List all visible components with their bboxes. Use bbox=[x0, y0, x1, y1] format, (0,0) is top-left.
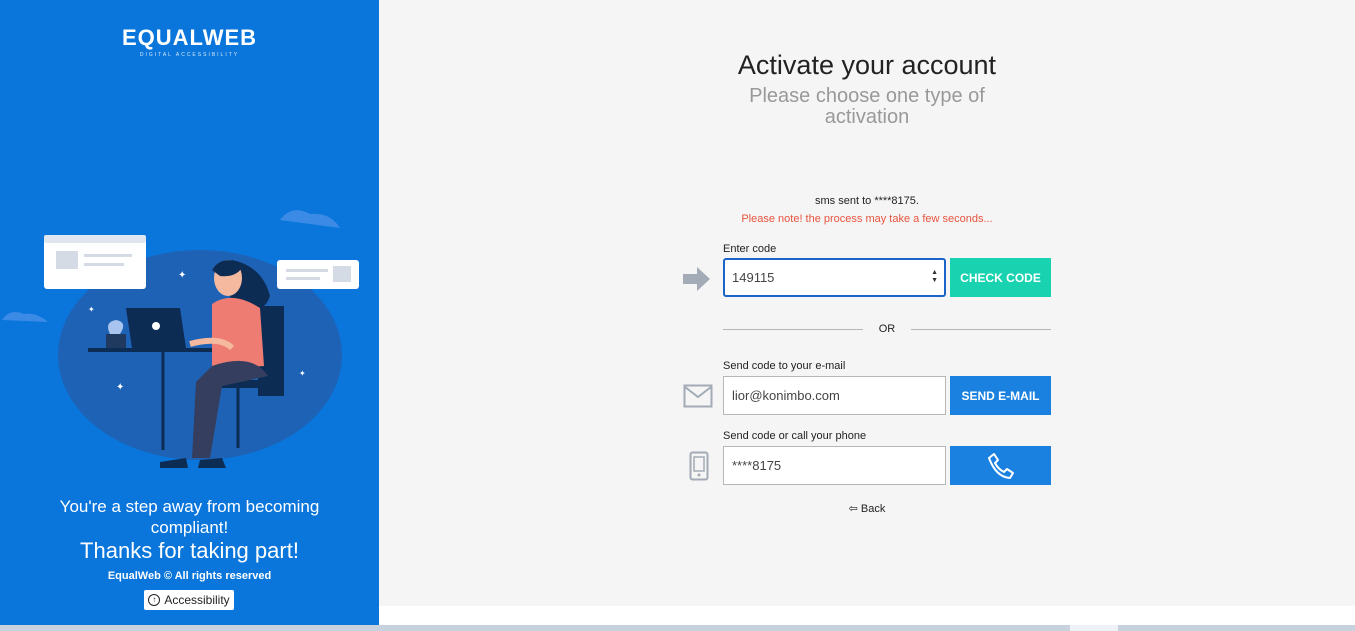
arrow-right-icon bbox=[683, 267, 710, 291]
number-spinner-icon[interactable]: ▲ ▼ bbox=[931, 269, 938, 285]
phone-label: Send code or call your phone bbox=[723, 430, 867, 442]
svg-text:✦: ✦ bbox=[116, 382, 124, 393]
call-phone-button[interactable] bbox=[950, 446, 1051, 485]
send-email-button[interactable]: SEND E-MAIL bbox=[950, 376, 1051, 415]
scrollbar-thumb[interactable] bbox=[1070, 625, 1118, 631]
phone-call-icon bbox=[987, 452, 1014, 479]
back-label: Back bbox=[860, 503, 886, 515]
woman-at-laptop-illustration: ✦ ✦ ✦ ✦ bbox=[2, 210, 359, 468]
svg-text:✦: ✦ bbox=[178, 270, 186, 281]
tagline: You're a step away from becoming complia… bbox=[59, 497, 320, 537]
check-code-button[interactable]: CHECK CODE bbox=[950, 258, 1051, 297]
code-value: 149115 bbox=[732, 270, 775, 285]
activation-panel: Activate your account Please choose one … bbox=[379, 0, 1355, 606]
mobile-phone-icon bbox=[689, 451, 709, 481]
email-field[interactable]: lior@konimbo.com bbox=[723, 376, 946, 415]
email-label: Send code to your e-mail bbox=[723, 360, 846, 372]
equalweb-logo: EQUALWEB DIGITAL ACCESSIBILITY bbox=[0, 25, 379, 59]
accessibility-icon: ↑ bbox=[148, 594, 161, 606]
logo-subtext: DIGITAL ACCESSIBILITY bbox=[139, 52, 240, 58]
horizontal-scrollbar[interactable] bbox=[0, 625, 1355, 631]
processing-note: Please note! the process may take a few … bbox=[741, 213, 993, 225]
email-value: lior@konimbo.com bbox=[732, 388, 840, 403]
page-title: Activate your account bbox=[737, 50, 997, 80]
copyright: EqualWeb © All rights reserved bbox=[107, 570, 272, 582]
code-label: Enter code bbox=[723, 243, 777, 255]
page-bottom-strip bbox=[379, 606, 1355, 625]
accessibility-button[interactable]: ↑ Accessibility bbox=[144, 590, 234, 610]
envelope-icon bbox=[683, 384, 713, 408]
back-icon: ⇦ bbox=[848, 503, 858, 515]
logo-text: EQUALWEB bbox=[121, 25, 258, 50]
accessibility-label: Accessibility bbox=[164, 593, 230, 607]
phone-value: ****8175 bbox=[732, 458, 782, 473]
code-input[interactable]: 149115 ▲ ▼ bbox=[723, 258, 946, 297]
divider-right bbox=[911, 329, 1051, 330]
svg-text:✦: ✦ bbox=[88, 305, 95, 314]
back-link[interactable]: ⇦ Back bbox=[379, 502, 1355, 515]
or-divider-text: OR bbox=[878, 323, 896, 335]
thanks-message: Thanks for taking part! bbox=[80, 538, 299, 563]
svg-text:✦: ✦ bbox=[299, 369, 306, 378]
brand-panel: EQUALWEB DIGITAL ACCESSIBILITY ✦ ✦ ✦ ✦ Y… bbox=[0, 0, 379, 625]
sms-sent-status: sms sent to ****8175. bbox=[815, 195, 919, 207]
phone-field[interactable]: ****8175 bbox=[723, 446, 946, 485]
divider-left bbox=[723, 329, 863, 330]
page-subtitle: Please choose one type of activation bbox=[749, 85, 985, 128]
